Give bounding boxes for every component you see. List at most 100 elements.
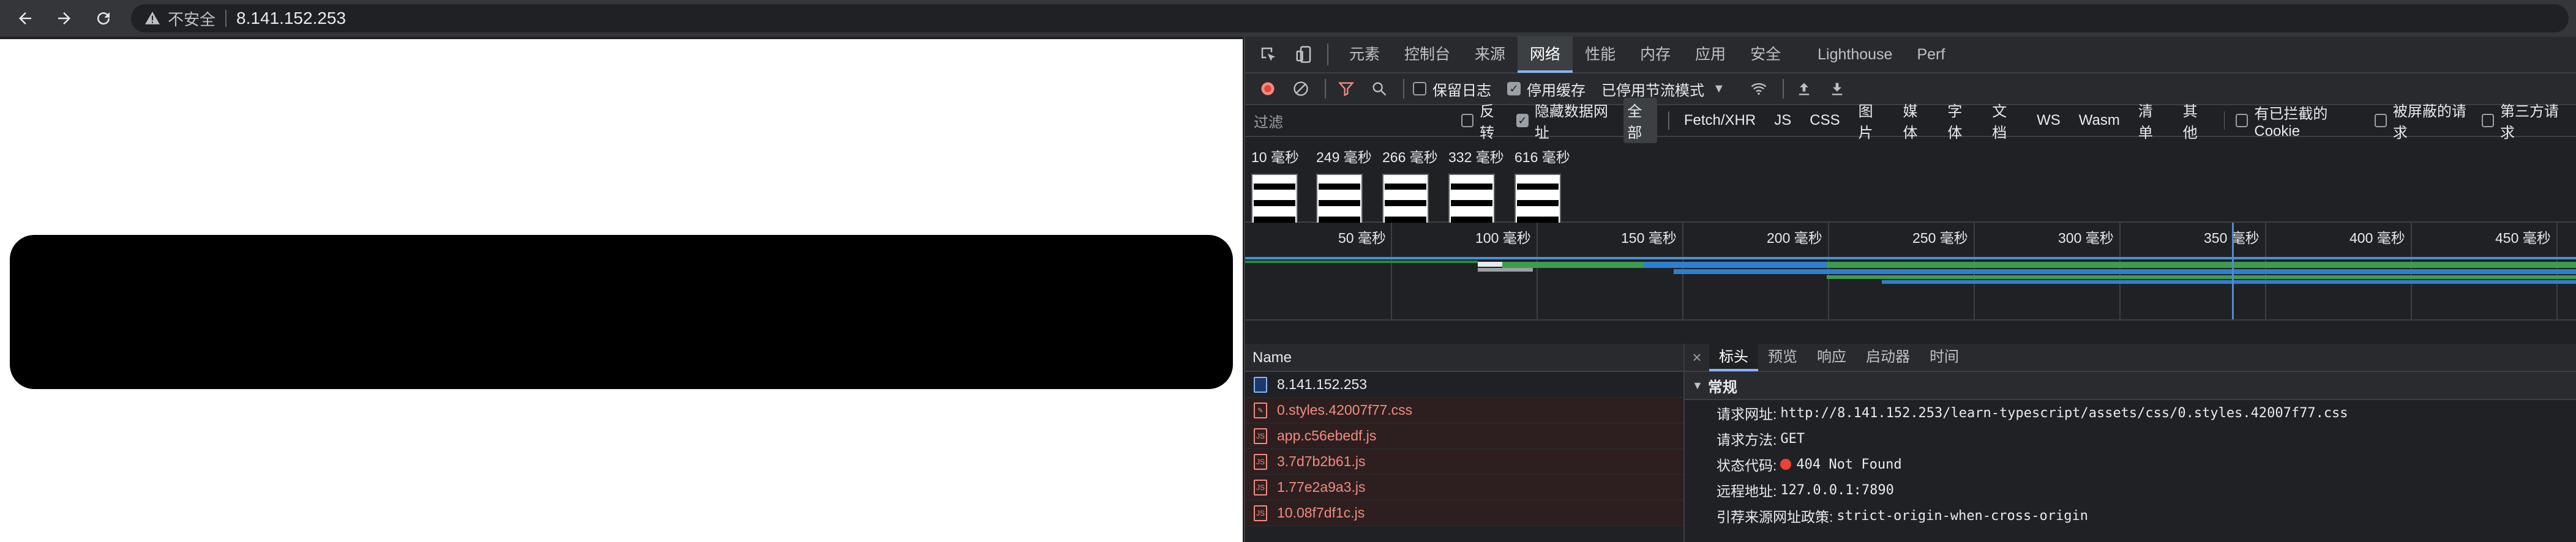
page-viewport <box>0 39 1243 542</box>
request-row[interactable]: JS 1.77e2a9a3.js <box>1245 475 1683 500</box>
tab-application[interactable]: 应用 <box>1683 36 1738 73</box>
field-value[interactable]: strict-origin-when-cross-origin <box>1837 508 2088 524</box>
tab-preview[interactable]: 预览 <box>1758 343 1807 371</box>
preserve-log-label: 保留日志 <box>1432 82 1491 99</box>
timeline-waterfall-bar <box>1478 268 1533 272</box>
tab-security[interactable]: 安全 <box>1738 36 1793 73</box>
network-conditions-button[interactable] <box>1747 77 1770 100</box>
request-row[interactable]: 8.141.152.253 <box>1245 372 1683 398</box>
type-filter-other[interactable]: 其他 <box>2179 98 2213 143</box>
filmstrip-frame[interactable]: 266 毫秒 <box>1382 146 1438 232</box>
details-tab-bar: × 标头 预览 响应 启动器 时间 <box>1685 343 2576 372</box>
preserve-log-checkbox[interactable] <box>1413 82 1426 95</box>
search-button[interactable] <box>1368 77 1391 100</box>
request-details: × 标头 预览 响应 启动器 时间 ▼ 常规 请求网址: http://8.14… <box>1685 343 2576 542</box>
reload-button[interactable] <box>89 4 118 32</box>
tab-timing[interactable]: 时间 <box>1920 343 1969 371</box>
clear-button[interactable] <box>1289 77 1312 100</box>
type-filter-doc[interactable]: 文档 <box>1988 98 2022 143</box>
request-name: 8.141.152.253 <box>1277 376 1368 392</box>
hide-data-urls-checkbox[interactable]: ✓ <box>1516 114 1529 127</box>
filmstrip-frame[interactable]: 10 毫秒 <box>1251 146 1306 232</box>
type-filter-font[interactable]: 字体 <box>1944 98 1977 143</box>
url-text[interactable]: 8.141.152.253 <box>236 9 346 28</box>
filter-toggle-button[interactable] <box>1335 77 1358 100</box>
type-filter-manifest[interactable]: 清单 <box>2135 98 2168 143</box>
error-status-icon <box>1780 459 1792 470</box>
filter-divider <box>2223 111 2225 130</box>
type-filter-media[interactable]: 媒体 <box>1899 98 1933 143</box>
timeline-waterfall-bar <box>1643 262 1827 268</box>
type-filter-wasm[interactable]: Wasm <box>2075 111 2124 130</box>
third-party-checkbox[interactable] <box>2482 114 2495 127</box>
script-icon: JS <box>1254 505 1267 521</box>
request-row[interactable]: JS app.c56ebedf.js <box>1245 423 1683 449</box>
screenshot-filmstrip: 10 毫秒 249 毫秒 266 毫秒 332 毫秒 616 毫秒 <box>1245 137 2576 232</box>
request-name: 0.styles.42007f77.css <box>1277 402 1413 418</box>
throttle-select[interactable]: 已停用节流模式 <box>1601 78 1704 100</box>
inspect-icon <box>1261 47 1276 61</box>
tab-network[interactable]: 网络 <box>1518 36 1573 73</box>
request-row[interactable]: ✎ 0.styles.42007f77.css <box>1245 398 1683 423</box>
back-button[interactable] <box>11 4 39 32</box>
request-row[interactable]: JS 3.7d7b2b61.js <box>1245 449 1683 475</box>
record-button[interactable] <box>1256 77 1279 100</box>
tab-sources[interactable]: 来源 <box>1462 36 1518 73</box>
request-list: Name 8.141.152.253 ✎ 0.styles.42007f77.c… <box>1245 344 1685 542</box>
tab-lighthouse[interactable]: Lighthouse <box>1805 36 1904 73</box>
type-filter-img[interactable]: 图片 <box>1855 98 1889 143</box>
tab-performance[interactable]: 性能 <box>1573 36 1628 73</box>
request-row[interactable]: JS 10.08f7df1c.js <box>1245 500 1683 526</box>
redacted-content-block <box>10 235 1233 389</box>
type-filter-all[interactable]: 全部 <box>1623 98 1658 143</box>
field-value[interactable]: 404 Not Found <box>1796 457 1901 472</box>
filmstrip-frame[interactable]: 332 毫秒 <box>1448 146 1504 232</box>
tab-response[interactable]: 响应 <box>1807 343 1856 371</box>
field-key: 远程地址: <box>1717 483 1777 499</box>
tab-memory[interactable]: 内存 <box>1628 36 1683 73</box>
hide-data-urls-label: 隐藏数据网址 <box>1534 103 1608 141</box>
tab-headers[interactable]: 标头 <box>1709 343 1758 371</box>
request-name: 10.08f7df1c.js <box>1277 505 1365 521</box>
invert-checkbox[interactable] <box>1461 114 1474 127</box>
hide-data-urls-option[interactable]: ✓ 隐藏数据网址 <box>1516 99 1612 142</box>
import-har-button[interactable] <box>1792 77 1816 100</box>
type-filter-css[interactable]: CSS <box>1806 111 1843 130</box>
frame-timestamp: 10 毫秒 <box>1251 149 1299 165</box>
type-filter-js[interactable]: JS <box>1770 111 1795 130</box>
invert-option[interactable]: 反转 <box>1461 99 1505 142</box>
inspect-element-button[interactable] <box>1256 42 1281 67</box>
filmstrip-frame[interactable]: 616 毫秒 <box>1515 146 1570 232</box>
general-section-header[interactable]: ▼ 常规 <box>1685 372 2576 400</box>
close-icon[interactable]: × <box>1685 348 1709 367</box>
forward-button[interactable] <box>50 4 78 32</box>
request-url-row: 请求网址: http://8.141.152.253/learn-typescr… <box>1685 400 2576 426</box>
request-name: app.c56ebedf.js <box>1277 428 1377 444</box>
name-column-header[interactable]: Name <box>1245 344 1683 372</box>
chevron-down-icon[interactable]: ▼ <box>1713 82 1725 96</box>
device-toolbar-button[interactable] <box>1292 42 1316 67</box>
field-value[interactable]: http://8.141.152.253/learn-typescript/as… <box>1780 406 2348 421</box>
field-value[interactable]: 127.0.0.1:7890 <box>1780 483 1893 498</box>
export-har-button[interactable] <box>1825 77 1849 100</box>
type-filter-fetch-xhr[interactable]: Fetch/XHR <box>1680 111 1759 130</box>
blocked-requests-option[interactable]: 被屏蔽的请求 <box>2374 99 2471 142</box>
tab-initiator[interactable]: 启动器 <box>1856 343 1920 371</box>
frame-timestamp: 266 毫秒 <box>1382 149 1438 165</box>
blocked-cookies-checkbox[interactable] <box>2236 114 2248 127</box>
tab-perf[interactable]: Perf <box>1904 36 1957 73</box>
disable-cache-checkbox[interactable]: ✓ <box>1507 82 1521 95</box>
third-party-option[interactable]: 第三方请求 <box>2482 99 2565 142</box>
address-bar[interactable]: 不安全 8.141.152.253 <box>131 4 2569 32</box>
field-value[interactable]: GET <box>1780 431 1805 447</box>
blocked-cookies-option[interactable]: 有已拦截的 Cookie <box>2236 102 2364 140</box>
frame-timestamp: 616 毫秒 <box>1515 149 1570 165</box>
tab-elements[interactable]: 元素 <box>1337 36 1392 73</box>
filmstrip-frame[interactable]: 249 毫秒 <box>1316 146 1372 232</box>
tab-console[interactable]: 控制台 <box>1392 36 1462 73</box>
blocked-requests-checkbox[interactable] <box>2374 114 2387 127</box>
type-filter-ws[interactable]: WS <box>2033 111 2064 130</box>
filter-input[interactable]: 过滤 <box>1254 108 1461 133</box>
timeline-tick: 150 毫秒 <box>1621 230 1677 246</box>
timeline-overview[interactable]: 50 毫秒 100 毫秒 150 毫秒 200 毫秒 250 毫秒 300 毫秒… <box>1245 223 2576 321</box>
